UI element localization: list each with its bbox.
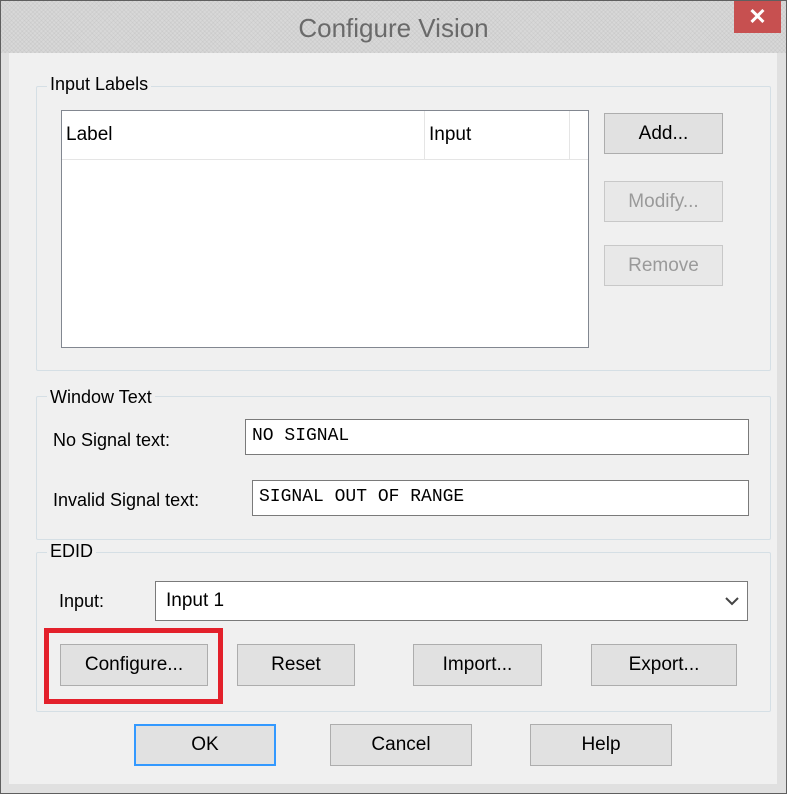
close-icon: ✕ (748, 4, 767, 29)
column-header-input-text: Input (429, 124, 472, 145)
title-bar[interactable]: Configure Vision ✕ (1, 1, 786, 53)
input-labels-group-title: Input Labels (47, 73, 152, 95)
no-signal-label: No Signal text: (53, 430, 171, 450)
ok-button[interactable]: OK (134, 724, 276, 766)
edid-configure-button[interactable]: Configure... (60, 644, 208, 686)
edid-input-select[interactable]: Input 1 (155, 581, 748, 621)
modify-button[interactable]: Modify... (604, 181, 723, 222)
no-signal-text-field[interactable]: NO SIGNAL (245, 419, 749, 455)
help-button[interactable]: Help (530, 724, 672, 766)
window-text-group (36, 396, 771, 540)
edid-input-selected-value: Input 1 (166, 590, 225, 611)
edid-reset-button[interactable]: Reset (237, 644, 355, 686)
cancel-button[interactable]: Cancel (330, 724, 472, 766)
dialog-client-area: Input Labels Label Input Add... Modify..… (9, 53, 777, 784)
edid-input-label: Input: (59, 591, 105, 611)
column-header-label[interactable]: Label (62, 111, 425, 159)
window-text-group-title: Window Text (47, 386, 155, 408)
input-labels-list[interactable]: Label Input (61, 110, 589, 348)
invalid-signal-label: Invalid Signal text: (53, 490, 200, 510)
invalid-signal-text-field[interactable]: SIGNAL OUT OF RANGE (252, 480, 749, 516)
edid-group-title: EDID (47, 540, 97, 562)
chevron-down-icon[interactable] (725, 582, 739, 620)
edid-export-button[interactable]: Export... (591, 644, 737, 686)
add-button[interactable]: Add... (604, 113, 723, 154)
column-header-label-text: Label (66, 124, 113, 145)
close-button[interactable]: ✕ (734, 1, 781, 33)
list-header: Label Input (62, 111, 588, 160)
window-title: Configure Vision (298, 13, 489, 43)
edid-import-button[interactable]: Import... (413, 644, 542, 686)
remove-button[interactable]: Remove (604, 245, 723, 286)
column-header-input[interactable]: Input (425, 111, 570, 159)
